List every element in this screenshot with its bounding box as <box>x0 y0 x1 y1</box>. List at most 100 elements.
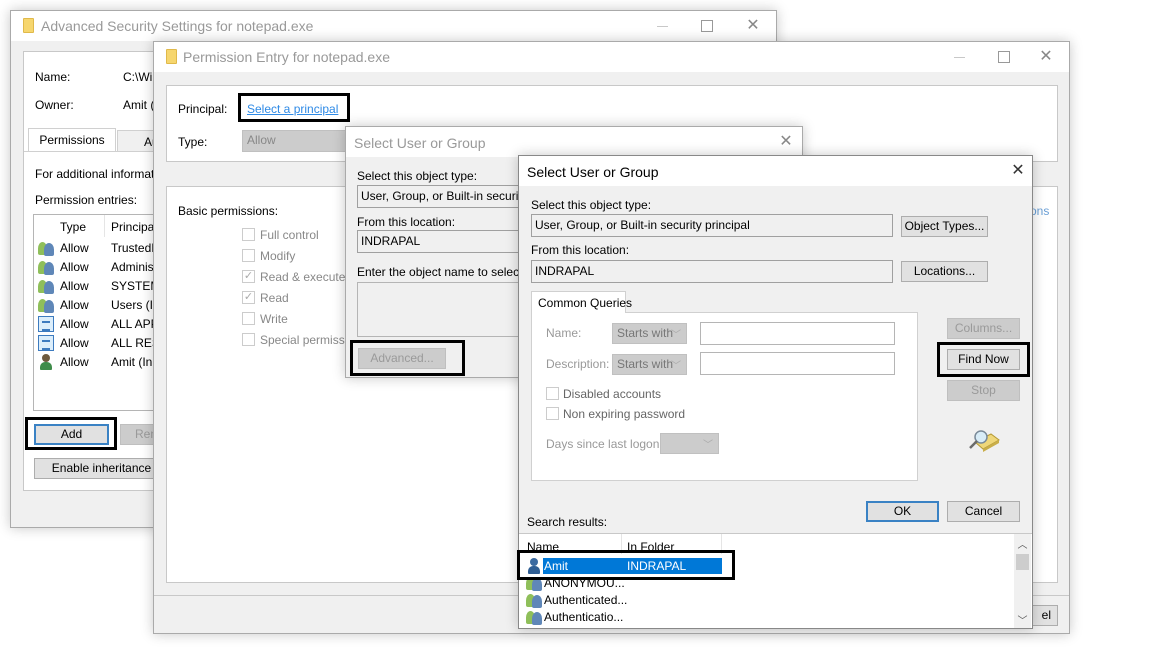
result-name: Amit <box>544 559 568 573</box>
search-result-row[interactable]: ANONYMOU... <box>519 575 1014 592</box>
advanced-button[interactable]: Advanced... <box>358 348 446 369</box>
enter-object-name-text: Enter the object name to select <box>357 265 523 279</box>
permission-entry-row[interactable]: Allow ALL REST <box>34 334 164 353</box>
common-queries-panel: Name: Starts with ﹀ Description: Starts … <box>531 312 918 481</box>
permission-entry-row[interactable]: Allow Users (In <box>34 296 164 315</box>
search-result-row[interactable]: Amit INDRAPAL <box>519 558 1014 575</box>
days-since-logon-combo[interactable]: ﹀ <box>660 433 719 454</box>
scrollbar-thumb[interactable] <box>1016 554 1029 570</box>
chevron-down-icon: ﹀ <box>671 330 681 341</box>
permission-checkbox[interactable] <box>242 312 255 325</box>
name-query-combo[interactable]: Starts with ﹀ <box>612 323 687 344</box>
ok-button[interactable]: OK <box>866 501 939 522</box>
column-divider <box>621 534 622 554</box>
disabled-accounts-checkbox[interactable] <box>546 387 559 400</box>
permission-checkbox[interactable]: ✓ <box>242 270 255 283</box>
result-name: Authenticatio... <box>544 610 624 624</box>
entry-type: Allow <box>60 279 89 293</box>
location-label: From this location: <box>531 243 630 257</box>
content-panel: Name: C:\Wi Owner: Amit ( Permissions Au… <box>23 51 177 491</box>
search-results-label: Search results: <box>527 515 608 529</box>
permission-checkbox[interactable] <box>242 249 255 262</box>
window-title: Advanced Security Settings for notepad.e… <box>41 18 314 34</box>
description-query-label: Description: <box>546 357 610 371</box>
select-principal-link[interactable]: Select a principal <box>247 102 338 116</box>
name-value: C:\Wi <box>123 70 153 84</box>
permission-label: Read <box>260 291 289 305</box>
user-icon <box>526 558 542 574</box>
app-package-icon <box>38 316 54 332</box>
permission-entry-row[interactable]: Allow TrustedI <box>34 239 164 258</box>
object-type-label: Select this object type: <box>357 169 478 183</box>
permission-checkbox[interactable] <box>242 333 255 346</box>
permission-entry-row[interactable]: Allow SYSTEM <box>34 277 164 296</box>
object-type-label: Select this object type: <box>531 198 652 212</box>
enter-object-name-label: Enter the object name to select (ex <box>357 265 542 279</box>
search-result-row[interactable]: Authenticated... <box>519 592 1014 609</box>
result-name: Authenticated... <box>544 593 628 607</box>
tab-divider <box>24 151 164 152</box>
folder-icon <box>23 18 34 33</box>
permission-label: Write <box>260 312 288 326</box>
name-query-input[interactable] <box>700 322 895 345</box>
close-button[interactable]: ✕ <box>774 131 798 153</box>
maximize-button[interactable] <box>695 15 719 37</box>
tab-common-queries[interactable]: Common Queries <box>531 291 632 313</box>
permission-entry-row[interactable]: Allow Amit (In <box>34 353 164 372</box>
entry-type: Allow <box>60 298 89 312</box>
user-icon <box>38 354 54 370</box>
description-query-combo-value: Starts with <box>617 357 674 371</box>
permission-entry-row[interactable]: Allow Adminis <box>34 258 164 277</box>
object-types-button[interactable]: Object Types... <box>901 216 988 237</box>
permission-label: Modify <box>260 249 296 263</box>
permission-entry-row[interactable]: Allow ALL APP <box>34 315 164 334</box>
column-header-type[interactable]: Type <box>60 220 86 234</box>
cancel-button[interactable]: Cancel <box>947 501 1020 522</box>
enable-inheritance-button[interactable]: Enable inheritance <box>34 458 169 479</box>
location-field: INDRAPAL <box>531 260 893 283</box>
find-now-button[interactable]: Find Now <box>947 349 1020 370</box>
window-title: Select User or Group <box>527 164 659 180</box>
search-result-row[interactable]: Authenticatio... <box>519 609 1014 626</box>
basic-permissions-label: Basic permissions: <box>178 204 279 218</box>
permission-label: Read & execute <box>260 270 346 284</box>
group-icon <box>526 592 542 608</box>
entry-type: Allow <box>60 355 89 369</box>
minimize-button[interactable] <box>651 15 675 37</box>
search-results-list[interactable]: Name In Folder Amit INDRAPAL ANONYMOU...… <box>519 533 1032 628</box>
non-expiring-password-label: Non expiring password <box>563 407 686 421</box>
non-expiring-password-checkbox[interactable] <box>546 407 559 420</box>
scroll-down-icon[interactable]: ﹀ <box>1014 612 1031 627</box>
name-query-label: Name: <box>546 326 582 340</box>
type-select[interactable]: Allow <box>242 130 352 152</box>
locations-button[interactable]: Locations... <box>901 261 988 282</box>
column-header-principal[interactable]: Principa <box>111 220 154 234</box>
close-button[interactable]: ✕ <box>741 15 765 37</box>
group-icon <box>38 259 54 275</box>
entry-type: Allow <box>60 317 89 331</box>
add-button[interactable]: Add <box>34 424 109 445</box>
stop-button[interactable]: Stop <box>947 380 1020 401</box>
results-scrollbar[interactable]: ︿ ﹀ <box>1014 534 1031 628</box>
result-name: ANONYMOU... <box>544 576 625 590</box>
permission-entries-list[interactable]: Type Principa Allow TrustedI Allow Admin… <box>33 214 164 411</box>
description-query-combo[interactable]: Starts with ﹀ <box>612 354 687 375</box>
scroll-up-icon[interactable]: ︿ <box>1014 536 1031 551</box>
column-header-name[interactable]: Name <box>527 540 559 554</box>
entry-principal: ALL APP <box>111 317 159 331</box>
group-icon <box>38 278 54 294</box>
close-button[interactable]: ✕ <box>1006 160 1030 182</box>
close-button[interactable]: ✕ <box>1034 46 1058 68</box>
name-query-combo-value: Starts with <box>617 326 674 340</box>
permission-checkbox[interactable] <box>242 228 255 241</box>
permission-checkbox[interactable]: ✓ <box>242 291 255 304</box>
tab-permissions[interactable]: Permissions <box>28 128 116 152</box>
group-icon <box>38 240 54 256</box>
column-header-in-folder[interactable]: In Folder <box>627 540 674 554</box>
columns-button[interactable]: Columns... <box>947 318 1020 339</box>
maximize-button[interactable] <box>992 46 1016 68</box>
result-folder: INDRAPAL <box>627 559 687 573</box>
description-query-input[interactable] <box>700 352 895 375</box>
minimize-button[interactable] <box>948 46 972 68</box>
group-icon <box>38 297 54 313</box>
